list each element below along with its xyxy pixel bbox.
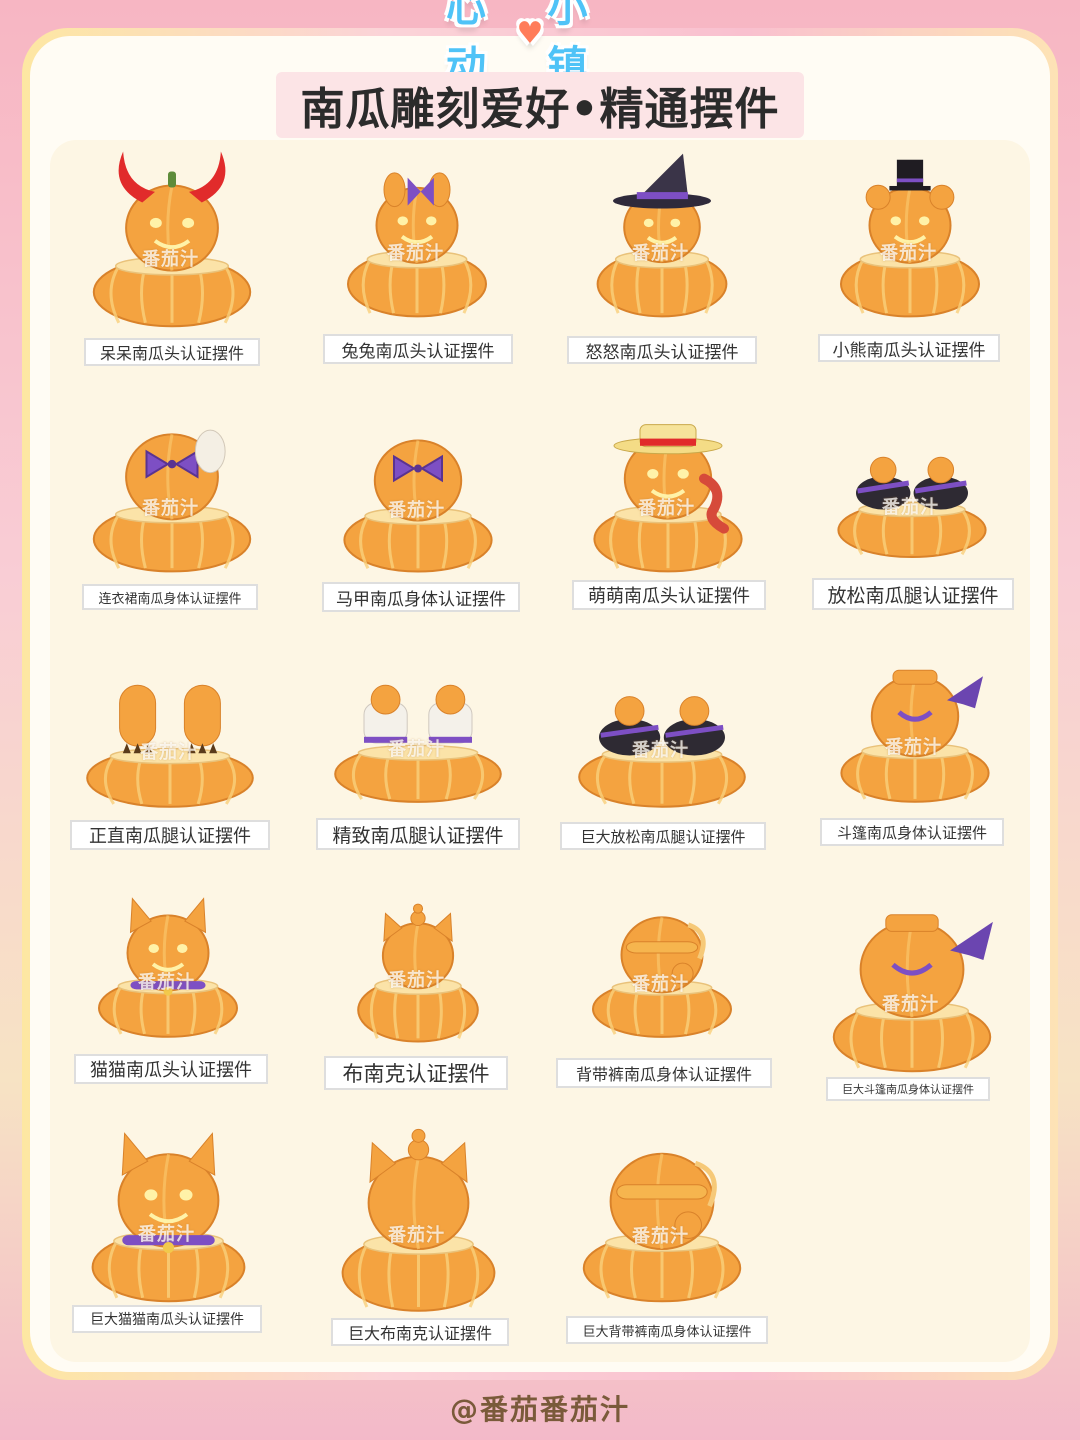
- ornament-label: 马甲南瓜身体认证摆件: [322, 582, 520, 612]
- watermark: 番茄汁: [140, 742, 197, 763]
- pumpkin-ornament-image: 番茄汁: [587, 885, 737, 1040]
- ornament-label: 巨大猫猫南瓜头认证摆件: [72, 1305, 262, 1333]
- watermark: 番茄汁: [142, 498, 199, 519]
- title-banner: 南瓜雕刻爱好•精通摆件: [276, 72, 804, 138]
- pumpkin-ornament-image: 番茄汁: [87, 395, 257, 575]
- watermark: 番茄汁: [632, 739, 689, 761]
- top-hat: [896, 159, 924, 188]
- ornament-label: 怒怒南瓜头认证摆件: [567, 336, 757, 364]
- heart-icon: ♥: [516, 15, 546, 51]
- pumpkin-ornament-image: 番茄汁: [588, 395, 748, 575]
- watermark: 番茄汁: [632, 243, 689, 264]
- pumpkin-ornament-image: 番茄汁: [338, 400, 498, 575]
- pumpkin-ornament-image: 番茄汁: [835, 140, 985, 320]
- ornament-label: 小熊南瓜头认证摆件: [818, 334, 1000, 362]
- collar: [194, 429, 226, 474]
- pumpkin-ornament-image: 番茄汁: [592, 140, 732, 320]
- watermark: 番茄汁: [885, 737, 942, 758]
- watermark: 番茄汁: [632, 974, 689, 996]
- ornament-label: 背带裤南瓜身体认证摆件: [556, 1058, 772, 1088]
- ornament-label: 萌萌南瓜头认证摆件: [572, 580, 766, 610]
- ornament-label: 呆呆南瓜头认证摆件: [84, 338, 260, 366]
- overalls-band: [616, 1184, 708, 1200]
- ear: [865, 184, 891, 210]
- watermark: 番茄汁: [882, 496, 939, 518]
- ornament-label: 巨大背带裤南瓜身体认证摆件: [566, 1316, 768, 1344]
- watermark: 番茄汁: [142, 248, 199, 270]
- ornament-label: 布南克认证摆件: [324, 1056, 508, 1090]
- pumpkin-ornament-image: 番茄汁: [80, 650, 260, 810]
- pumpkin-ornament-image: 番茄汁: [827, 885, 997, 1075]
- ornament-label: 正直南瓜腿认证摆件: [70, 820, 270, 850]
- horn: [189, 151, 226, 203]
- pumpkin-ornament-image: 番茄汁: [835, 645, 995, 805]
- ornament-label: 巨大布南克认证摆件: [331, 1318, 509, 1346]
- watermark: 番茄汁: [388, 970, 445, 992]
- ornament-label: 猫猫南瓜头认证摆件: [74, 1054, 268, 1084]
- ear: [929, 184, 955, 210]
- pumpkin-ornament-image: 番茄汁: [328, 650, 508, 805]
- watermark: 番茄汁: [388, 1224, 445, 1246]
- pumpkin-ornament-image: 番茄汁: [832, 410, 992, 560]
- claw-leg: [119, 684, 157, 747]
- watermark: 番茄汁: [388, 500, 445, 522]
- pumpkin-ornament-image: 番茄汁: [577, 1120, 747, 1305]
- ornament-label: 巨大斗篷南瓜身体认证摆件: [826, 1077, 990, 1101]
- watermark: 番茄汁: [638, 498, 695, 519]
- pumpkin-ornament-image: 番茄汁: [572, 645, 752, 810]
- author-credit: @番茄番茄汁: [449, 1393, 630, 1426]
- pumpkin-ornament-image: 番茄汁: [93, 880, 243, 1040]
- watermark: 番茄汁: [632, 1225, 689, 1247]
- page-title: 南瓜雕刻爱好•精通摆件: [300, 84, 780, 135]
- pumpkin-ornament-image: 番茄汁: [353, 870, 483, 1045]
- pumpkin-ornament-image: 番茄汁: [336, 1105, 501, 1315]
- horn: [118, 151, 155, 203]
- ornament-label: 巨大放松南瓜腿认证摆件: [560, 822, 766, 850]
- watermark: 番茄汁: [138, 972, 195, 993]
- ear: [383, 172, 406, 208]
- ornament-label: 放松南瓜腿认证摆件: [812, 578, 1014, 610]
- ornament-label: 斗篷南瓜身体认证摆件: [820, 818, 1004, 846]
- overalls-band: [625, 941, 699, 954]
- watermark: 番茄汁: [138, 1223, 195, 1245]
- watermark: 番茄汁: [882, 993, 939, 1015]
- watermark: 番茄汁: [387, 243, 444, 264]
- watermark: 番茄汁: [388, 739, 445, 761]
- pumpkin-ornament-image: 番茄汁: [86, 1115, 251, 1305]
- pumpkin-ornament-image: 番茄汁: [342, 140, 492, 320]
- ornament-label: 精致南瓜腿认证摆件: [316, 818, 520, 850]
- ornament-label: 连衣裙南瓜身体认证摆件: [82, 584, 258, 610]
- ornament-label: 兔兔南瓜头认证摆件: [323, 334, 513, 364]
- watermark: 番茄汁: [880, 243, 937, 264]
- app-logo: 心动 ♥ 小镇: [446, 0, 616, 89]
- claw-leg: [183, 684, 221, 747]
- pumpkin-ornament-image: 番茄汁: [87, 140, 257, 330]
